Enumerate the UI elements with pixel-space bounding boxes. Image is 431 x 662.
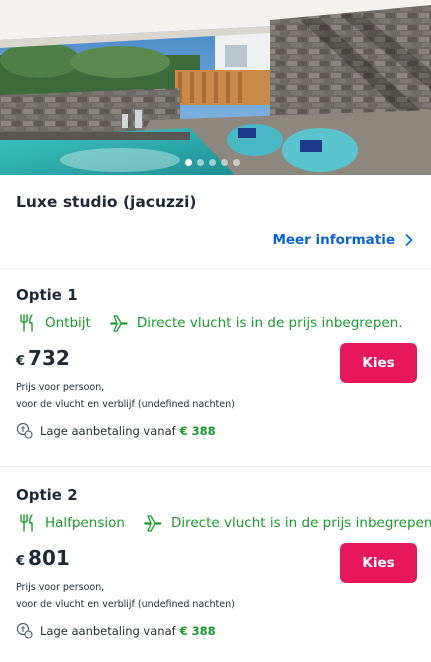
carousel-dot[interactable] xyxy=(197,159,204,166)
price-amount: 801 xyxy=(28,546,70,570)
carousel-dot[interactable] xyxy=(209,159,216,166)
price-note: voor de vlucht en verblijf (undefined na… xyxy=(16,599,235,610)
price: €801 xyxy=(16,546,70,570)
more-info-label: Meer informatie xyxy=(272,232,395,248)
deposit-amount: € 388 xyxy=(179,423,216,438)
board-type: Halfpension xyxy=(45,515,125,531)
plane-icon xyxy=(143,513,163,533)
price-amount: 732 xyxy=(28,346,70,370)
more-info-link[interactable]: Meer informatie xyxy=(272,232,413,248)
option-title: Optie 1 xyxy=(16,286,78,304)
option-card-2: Optie 2 Halfpension Directe vlucht is in… xyxy=(0,486,431,662)
hero-image[interactable] xyxy=(0,0,431,175)
price-note: Prijs voor persoon, xyxy=(16,582,105,593)
option-card-1: Optie 1 Ontbijt Directe vlucht is in de … xyxy=(0,286,431,476)
deposit-info: Lage aanbetaling vanaf € 388 xyxy=(16,622,216,639)
carousel-dot[interactable] xyxy=(221,159,228,166)
price-note: voor de vlucht en verblijf (undefined na… xyxy=(16,399,235,410)
price-note: Prijs voor persoon, xyxy=(16,382,105,393)
flight-info: Directe vlucht is in de prijs inbegrepen… xyxy=(136,315,403,331)
flight-info: Directe vlucht is in de prijs inbegrepen… xyxy=(170,515,431,531)
cutlery-icon xyxy=(17,513,37,533)
deposit-coin-icon xyxy=(16,622,33,639)
divider xyxy=(0,466,431,467)
choose-button[interactable]: Kies xyxy=(340,343,417,383)
price: €732 xyxy=(16,346,70,370)
deposit-amount: € 388 xyxy=(179,623,216,638)
plane-icon xyxy=(109,313,129,333)
option-features: Halfpension Directe vlucht is in de prij… xyxy=(17,513,431,533)
carousel-dot[interactable] xyxy=(233,159,240,166)
price-currency: € xyxy=(16,354,26,369)
carousel-dots xyxy=(185,159,240,166)
deposit-label: Lage aanbetaling vanaf xyxy=(40,423,176,438)
divider xyxy=(0,268,431,269)
choose-button[interactable]: Kies xyxy=(340,543,417,583)
deposit-coin-icon xyxy=(16,422,33,439)
deposit-info: Lage aanbetaling vanaf € 388 xyxy=(16,422,216,439)
room-title: Luxe studio (jacuzzi) xyxy=(16,193,197,211)
option-title: Optie 2 xyxy=(16,486,78,504)
cutlery-icon xyxy=(17,313,37,333)
chevron-right-icon xyxy=(405,234,413,246)
option-features: Ontbijt Directe vlucht is in de prijs in… xyxy=(17,313,403,333)
deposit-label: Lage aanbetaling vanaf xyxy=(40,623,176,638)
board-type: Ontbijt xyxy=(45,315,91,331)
terrace-photo xyxy=(0,0,431,175)
carousel-dot[interactable] xyxy=(185,159,192,166)
price-currency: € xyxy=(16,554,26,569)
